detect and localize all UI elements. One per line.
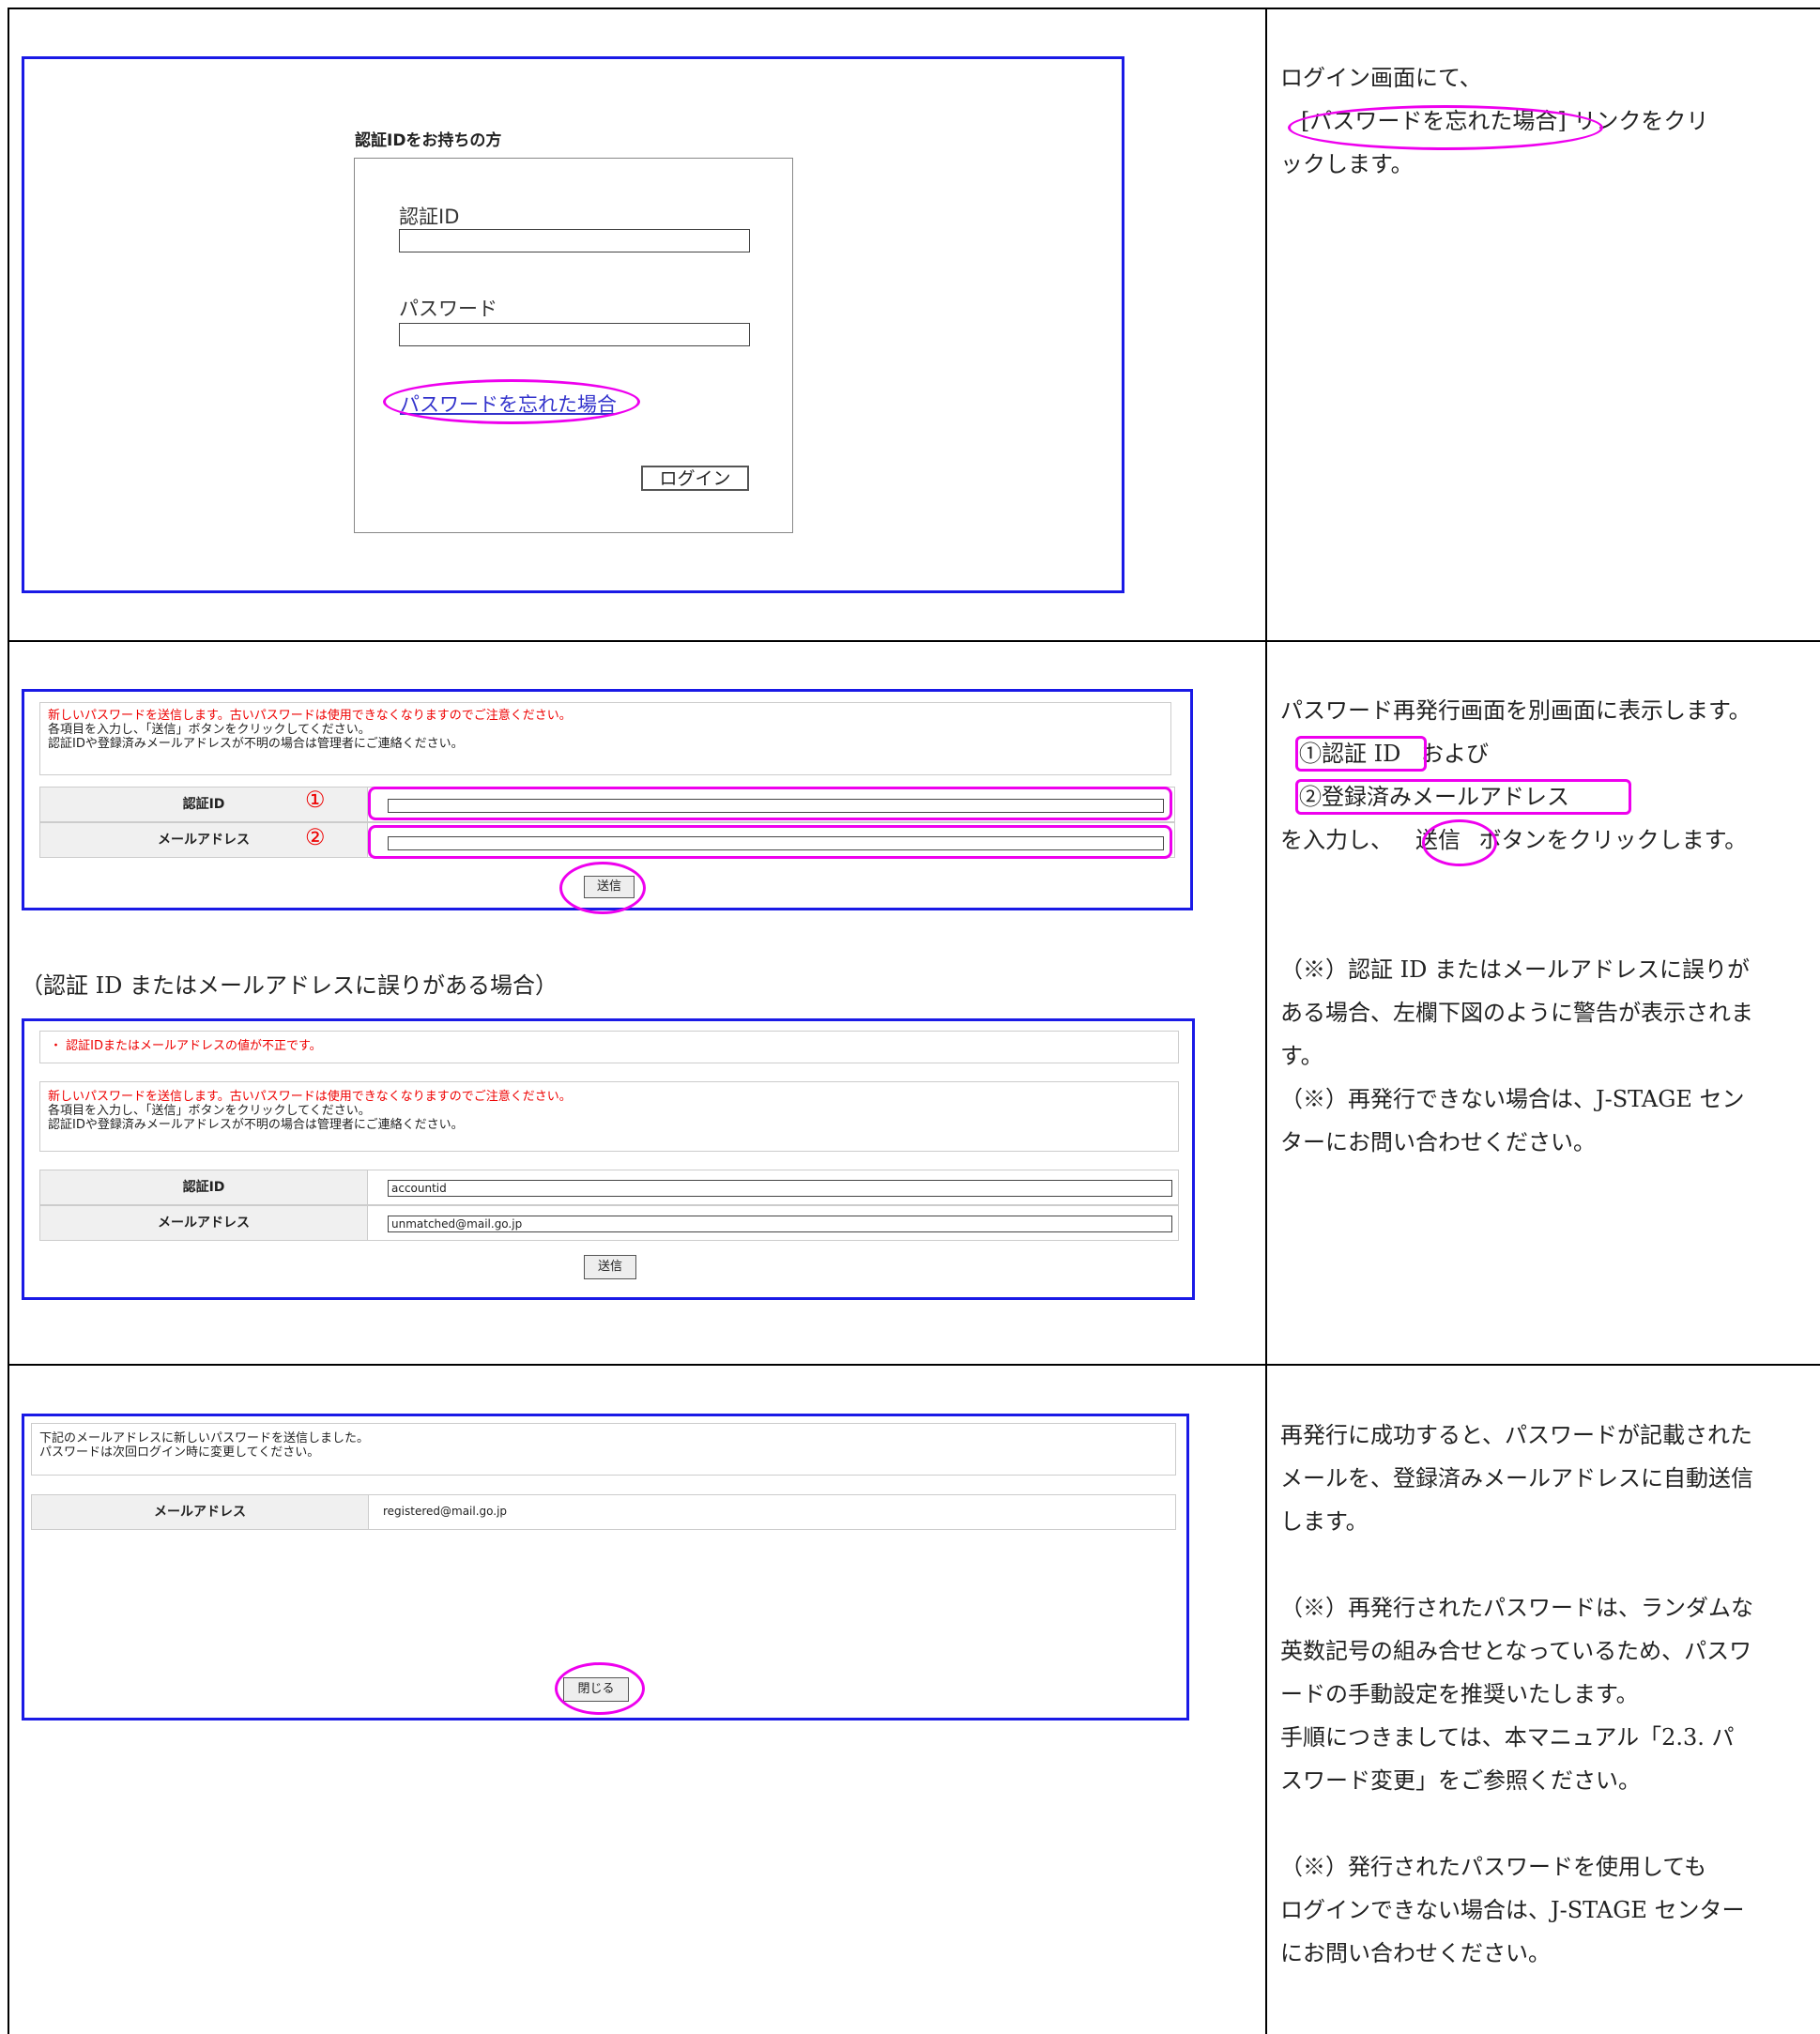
result-line1: 下記のメールアドレスに新しいパスワードを送信しました。 [39, 1431, 370, 1445]
result-mail-label: メールアドレス [31, 1494, 369, 1530]
close-highlight [555, 1662, 645, 1715]
row2-note2b: ターにお問い合わせください。 [1280, 1129, 1596, 1155]
error-message-box: ・ 認証IDまたはメールアドレスの値が不正です。 [39, 1031, 1179, 1063]
item2-highlight [1295, 779, 1631, 815]
table-column-divider [1265, 8, 1267, 2034]
login-id-input[interactable] [399, 229, 750, 252]
login-id-label: 認証ID [399, 206, 460, 228]
row3-spacer1 [1280, 1543, 1820, 1586]
marker-1: ① [305, 787, 326, 813]
error-notice-line2: 各項目を入力し、「送信」ボタンをクリックしてください。 [48, 1104, 371, 1118]
row2-note1c: す。 [1280, 1043, 1323, 1069]
row3-p2c: ードの手動設定を推奨いたします。 [1280, 1681, 1639, 1707]
error-message: ・ 認証IDまたはメールアドレスの値が不正です。 [50, 1039, 322, 1053]
reissue-mail-input[interactable] [388, 836, 1164, 850]
error-mail-label: メールアドレス [39, 1205, 368, 1241]
row3-p1b: メールを、登録済みメールアドレスに自動送信 [1280, 1465, 1753, 1491]
table-row-divider-1 [8, 640, 1820, 642]
error-mail-input[interactable]: unmatched@mail.go.jp [388, 1216, 1172, 1232]
submit-highlight [559, 862, 646, 914]
reissue-id-input[interactable] [388, 799, 1164, 813]
item1-highlight [1295, 736, 1427, 772]
table-left-border [8, 8, 9, 2034]
row1-line1: ログイン画面にて、 [1280, 65, 1482, 91]
result-notice-box: 下記のメールアドレスに新しいパスワードを送信しました。 パスワードは次回ログイン… [31, 1423, 1176, 1476]
reissue-notice-box: 新しいパスワードを送信します。古いパスワードは使用できなくなりますのでご注意くだ… [39, 702, 1171, 775]
forgot-link-highlight [383, 379, 640, 424]
reissue-notice-red: 新しいパスワードを送信します。古いパスワードは使用できなくなりますのでご注意くだ… [48, 709, 572, 723]
result-mail-value: registered@mail.go.jp [383, 1505, 508, 1518]
row1-line3: ックします。 [1280, 151, 1414, 177]
row2-line4-pre: を入力し、 [1280, 827, 1393, 853]
row3-explanation: 再発行に成功すると、パスワードが記載された メールを、登録済みメールアドレスに自… [1280, 1414, 1820, 1975]
login-password-label: パスワード [399, 298, 497, 320]
row2-note1a: （※）認証 ID またはメールアドレスに誤りが [1280, 956, 1750, 983]
error-notice-line3: 認証IDや登録済みメールアドレスが不明の場合は管理者にご連絡ください。 [48, 1118, 464, 1132]
row2-note1b: ある場合、左欄下図のように警告が表示されま [1280, 1000, 1753, 1026]
row3-p2e: スワード変更」をご参照ください。 [1280, 1767, 1641, 1794]
error-id-label: 認証ID [39, 1170, 368, 1205]
row3-p3b: ログインできない場合は、J-STAGE センター [1280, 1897, 1745, 1923]
row3-p3c: にお問い合わせください。 [1280, 1940, 1551, 1966]
row3-spacer2 [1280, 1802, 1820, 1845]
row2-line1: パスワード再発行画面を別画面に表示します。 [1280, 697, 1751, 724]
row3-p2a: （※）再発行されたパスワードは、ランダムな [1280, 1595, 1753, 1621]
row3-p1c: します。 [1280, 1508, 1369, 1535]
link-ref-highlight [1288, 105, 1603, 150]
error-id-input[interactable]: accountid [388, 1180, 1172, 1197]
send-highlight [1422, 819, 1497, 866]
error-notice-box: 新しいパスワードを送信します。古いパスワードは使用できなくなりますのでご注意くだ… [39, 1081, 1179, 1152]
reissue-notice-line3: 認証IDや登録済みメールアドレスが不明の場合は管理者にご連絡ください。 [48, 737, 464, 751]
login-heading: 認証IDをお持ちの方 [355, 131, 502, 150]
row3-p3a: （※）発行されたパスワードを使用しても [1280, 1854, 1707, 1880]
table-row-divider-2 [8, 1364, 1820, 1366]
row2-line4: を入力し、 送信 ボタンをクリックします。 [1280, 818, 1820, 862]
result-line2: パスワードは次回ログイン時に変更してください。 [39, 1445, 320, 1460]
row2-line4-post: ボタンをクリックします。 [1472, 827, 1748, 853]
row2-spacer [1280, 862, 1820, 948]
error-caption: （認証 ID またはメールアドレスに誤りがある場合） [21, 972, 558, 999]
reissue-notice-line2: 各項目を入力し、「送信」ボタンをクリックしてください。 [48, 723, 371, 737]
row2-note2a: （※）再発行できない場合は、J-STAGE セン [1280, 1086, 1745, 1112]
error-submit-button[interactable]: 送信 [584, 1255, 636, 1279]
row3-p1a: 再発行に成功すると、パスワードが記載された [1280, 1422, 1753, 1448]
marker-2: ② [305, 824, 326, 850]
table-top-border [8, 8, 1820, 9]
login-button[interactable]: ログイン [641, 466, 749, 491]
row3-p2b: 英数記号の組み合せとなっているため、パスワ [1280, 1638, 1752, 1664]
row3-p2d: 手順につきましては、本マニュアル「2.3. パ [1280, 1724, 1735, 1751]
error-notice-red: 新しいパスワードを送信します。古いパスワードは使用できなくなりますのでご注意くだ… [48, 1090, 572, 1104]
login-password-input[interactable] [399, 323, 750, 346]
